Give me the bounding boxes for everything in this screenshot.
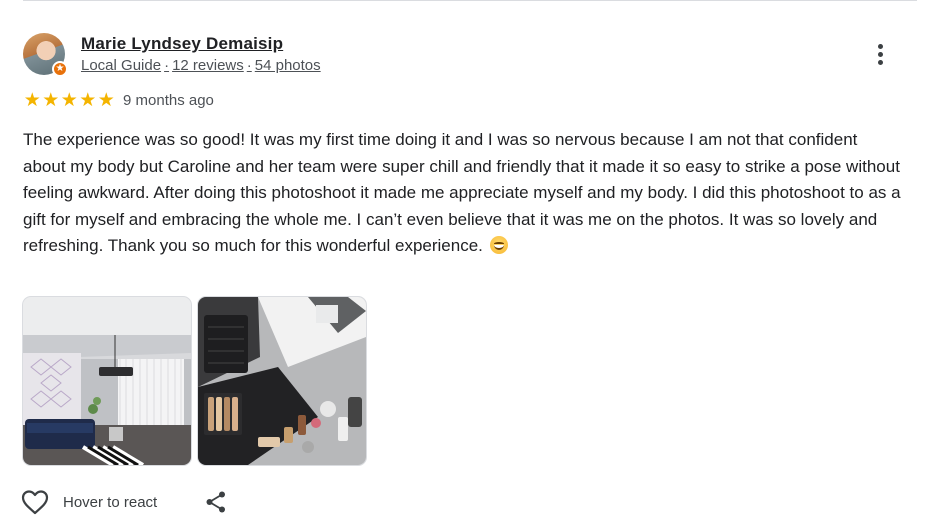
review-photo-makeup-station[interactable] — [198, 297, 366, 465]
local-guide-badge-icon: ★ — [52, 61, 68, 77]
star-icon: ★ — [23, 89, 41, 111]
star-icon: ★ — [97, 89, 115, 111]
photos-count-link[interactable]: 54 photos — [255, 57, 321, 74]
reviewer-name-link[interactable]: Marie Lyndsey Demaisip — [81, 34, 283, 54]
review-body: The experience was so good! It was my fi… — [23, 127, 903, 260]
smiling-face-emoji-icon — [489, 236, 508, 255]
review-photo-living-room[interactable] — [23, 297, 191, 465]
heart-outline-icon — [21, 490, 49, 515]
share-button[interactable] — [204, 490, 228, 514]
review-date: 9 months ago — [123, 92, 214, 109]
star-icon: ★ — [79, 89, 97, 111]
react-button[interactable]: Hover to react — [21, 487, 157, 517]
star-rating: ★ ★ ★ ★ ★ — [23, 89, 116, 111]
share-icon — [206, 491, 225, 513]
reviewer-meta: Local Guide · 12 reviews · 54 photos — [81, 57, 321, 74]
review-text: The experience was so good! It was my fi… — [23, 130, 901, 256]
more-vertical-icon — [877, 59, 883, 65]
meta-separator: · — [164, 57, 170, 74]
star-icon: ★ — [42, 89, 60, 111]
reviews-count-link[interactable]: 12 reviews — [172, 57, 244, 74]
avatar[interactable]: ★ — [23, 33, 68, 77]
top-divider — [23, 0, 917, 1]
more-vertical-icon — [877, 51, 883, 57]
more-vertical-icon — [877, 43, 883, 49]
react-label: Hover to react — [63, 493, 158, 511]
star-icon: ★ — [60, 89, 78, 111]
meta-separator: · — [246, 57, 252, 74]
local-guide-link[interactable]: Local Guide — [81, 57, 161, 74]
more-options-button[interactable] — [866, 40, 894, 68]
